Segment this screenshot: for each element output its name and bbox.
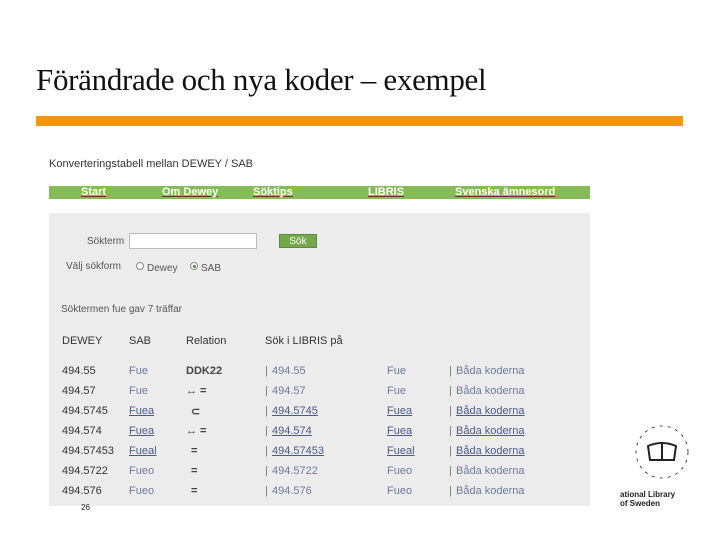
libris-sab-link[interactable]: Fueo (387, 485, 412, 497)
slide-title: Förändrade och nya koder – exempel (36, 62, 487, 97)
cell-dewey: 494.5722 (62, 465, 108, 477)
relation-subset-icon: ⊂ (191, 406, 201, 418)
cell-sab-link[interactable]: Fueal (129, 445, 157, 457)
cell-sab-link[interactable]: Fuea (129, 425, 154, 437)
nav-svenska-amnesord[interactable]: Svenska ämnesord (455, 186, 555, 199)
header-dewey: DEWEY (62, 335, 103, 347)
search-button[interactable]: Sök (279, 234, 317, 248)
radio-sab[interactable] (190, 262, 198, 270)
logo-text: ational Library of Sweden (620, 490, 675, 508)
header-sok-i-libris: Sök i LIBRIS på (265, 335, 343, 347)
separator: | (265, 465, 268, 477)
relation-text-icon: DDK22 (186, 365, 223, 377)
separator: | (449, 445, 452, 457)
page-number: 26 (81, 503, 90, 512)
libris-dewey-link[interactable]: 494.5745 (272, 405, 318, 417)
nav-start[interactable]: Start (81, 186, 106, 199)
nav-libris[interactable]: LIBRIS (368, 186, 404, 199)
relation-equal-icon: = (191, 445, 198, 457)
libris-sab-link[interactable]: Fuea (387, 425, 412, 437)
search-panel: Sökterm Sök Välj sökform Dewey SAB Sökte… (49, 213, 590, 506)
separator: | (449, 405, 452, 417)
separator: | (265, 365, 268, 377)
libris-both-link[interactable]: Båda koderna (456, 465, 525, 477)
separator: | (449, 465, 452, 477)
embedded-screenshot: Konverteringstabell mellan DEWEY / SAB S… (49, 150, 590, 506)
cell-sab-link[interactable]: Fue (129, 385, 148, 397)
libris-both-link[interactable]: Båda koderna (456, 365, 525, 377)
separator: | (265, 485, 268, 497)
libris-dewey-link[interactable]: 494.576 (272, 485, 312, 497)
search-label: Sökterm (87, 236, 125, 247)
cell-dewey: 494.57453 (62, 445, 114, 457)
libris-dewey-link[interactable]: 494.574 (272, 425, 312, 437)
radio-dewey[interactable] (136, 262, 144, 270)
libris-both-link[interactable]: Båda koderna (456, 425, 525, 437)
cell-sab-link[interactable]: Fueo (129, 485, 154, 497)
libris-both-link[interactable]: Båda koderna (456, 385, 525, 397)
libris-both-link[interactable]: Båda koderna (456, 445, 525, 457)
separator: | (265, 385, 268, 397)
title-underline-bar (36, 116, 683, 126)
relation-equivalent-icon: ↔ = (186, 385, 207, 397)
separator: | (449, 365, 452, 377)
nav-soktips[interactable]: Söktips (253, 186, 293, 199)
table-row: 494.574 Fuea ↔ = | 494.574 Fuea | Båda koderna (49, 425, 590, 443)
relation-equivalent-icon: ↔ = (186, 425, 207, 437)
separator: | (265, 405, 268, 417)
table-row: 494.5722 Fueo = | 494.5722 Fueo | Båda koderna (49, 465, 590, 483)
radio-dewey-label: Dewey (147, 263, 178, 274)
search-input[interactable] (129, 233, 257, 249)
libris-sab-link[interactable]: Fue (387, 385, 406, 397)
relation-equal-icon: = (191, 485, 198, 497)
nav-bar: Start Om Dewey Söktips LIBRIS Svenska äm… (49, 186, 590, 199)
cell-dewey: 494.55 (62, 365, 96, 377)
table-row: 494.5745 Fuea ⊂ | 494.5745 Fuea | Båda koderna (49, 405, 590, 423)
app-title: Konverteringstabell mellan DEWEY / SAB (49, 158, 253, 170)
separator: | (449, 385, 452, 397)
separator: | (265, 445, 268, 457)
cell-dewey: 494.576 (62, 485, 102, 497)
libris-sab-link[interactable]: Fueo (387, 465, 412, 477)
cell-sab-link[interactable]: Fue (129, 365, 148, 377)
libris-both-link[interactable]: Båda koderna (456, 405, 525, 417)
separator: | (449, 425, 452, 437)
radio-sab-label: SAB (201, 263, 222, 274)
table-row: 494.57 Fue ↔ = | 494.57 Fue | Båda koderna (49, 385, 590, 403)
libris-dewey-link[interactable]: 494.57453 (272, 445, 324, 457)
cell-sab-link[interactable]: Fuea (129, 405, 154, 417)
libris-dewey-link[interactable]: 494.57 (272, 385, 306, 397)
search-mode-label: Välj sökform (66, 261, 122, 272)
cell-dewey: 494.574 (62, 425, 102, 437)
table-row: 494.57453 Fueal = | 494.57453 Fueal | Båda kode… (49, 445, 590, 463)
header-relation: Relation (186, 335, 227, 347)
cell-dewey: 494.57 (62, 385, 96, 397)
libris-sab-link[interactable]: Fue (387, 365, 406, 377)
result-summary: Söktermen fue gav 7 träffar (61, 304, 182, 315)
table-row: 494.55 Fue DDK22 | 494.55 Fue | Båda koderna (49, 365, 590, 383)
separator: | (449, 485, 452, 497)
libris-sab-link[interactable]: Fueal (387, 445, 415, 457)
relation-equal-icon: = (191, 465, 198, 477)
nav-om-dewey[interactable]: Om Dewey (162, 186, 218, 199)
header-sab: SAB (129, 335, 152, 347)
cell-dewey: 494.5745 (62, 405, 108, 417)
logo-line-2: of Sweden (620, 499, 661, 508)
libris-dewey-link[interactable]: 494.55 (272, 365, 306, 377)
logo-line-1: ational Library (620, 490, 676, 499)
libris-both-link[interactable]: Båda koderna (456, 485, 525, 497)
table-row: 494.576 Fueo = | 494.576 Fueo | Båda koderna (49, 485, 590, 503)
libris-dewey-link[interactable]: 494.5722 (272, 465, 318, 477)
libris-sab-link[interactable]: Fuea (387, 405, 412, 417)
cell-sab-link[interactable]: Fueo (129, 465, 154, 477)
separator: | (265, 425, 268, 437)
